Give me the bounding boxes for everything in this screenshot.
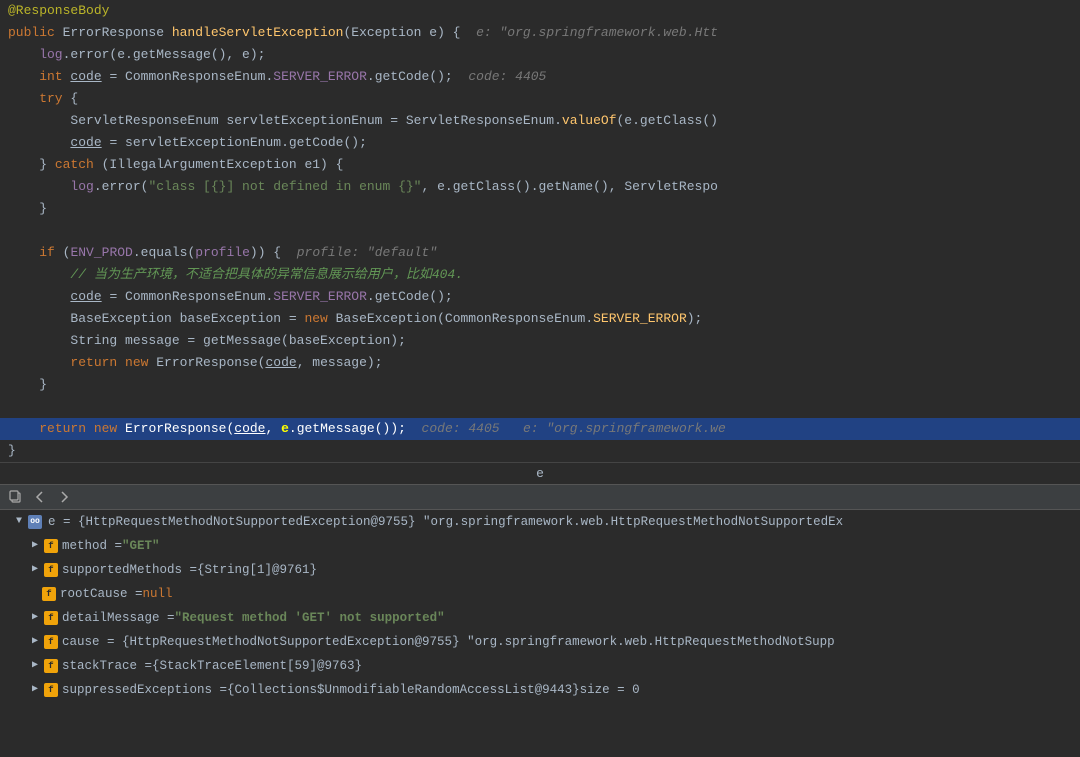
debug-field-suppressed[interactable]: ▶ f suppressedExceptions = {Collections$…: [0, 678, 1080, 702]
expand-method-arrow[interactable]: ▶: [28, 539, 42, 553]
code-line-9: log.error("class [{}] not defined in enu…: [0, 176, 1080, 198]
debug-panel: ▼ oo e = {HttpRequestMethodNotSupportedE…: [0, 510, 1080, 702]
code-line-empty1: [0, 220, 1080, 242]
code-line-12: if (ENV_PROD.equals(profile)) { profile:…: [0, 242, 1080, 264]
expand-suppressed-arrow[interactable]: ▶: [28, 683, 42, 697]
code-line-17: return new ErrorResponse(code, message);: [0, 352, 1080, 374]
code-line-empty2: [0, 396, 1080, 418]
debug-field-cause[interactable]: ▶ f cause = {HttpRequestMethodNotSupport…: [0, 630, 1080, 654]
keyword-int: int: [8, 67, 70, 87]
debug-field-method[interactable]: ▶ f method = "GET": [0, 534, 1080, 558]
code-line-16: String message = getMessage(baseExceptio…: [0, 330, 1080, 352]
code-line-1: @ResponseBody: [0, 0, 1080, 22]
keyword-try: try: [8, 89, 70, 109]
debug-field-detailmessage[interactable]: ▶ f detailMessage = "Request method 'GET…: [0, 606, 1080, 630]
e-value-label: e: [0, 464, 1080, 483]
code-line-10: }: [0, 198, 1080, 220]
code-line-8: } catch (IllegalArgumentException e1) {: [0, 154, 1080, 176]
hint-code: code: 4405: [453, 67, 547, 87]
debug-field-supportedmethods[interactable]: ▶ f supportedMethods = {String[1]@9761}: [0, 558, 1080, 582]
field-icon-method: f: [44, 539, 58, 553]
code-editor: @ResponseBody public ErrorResponse handl…: [0, 0, 1080, 462]
field-icon-detail: f: [44, 611, 58, 625]
log-call: log: [8, 45, 63, 65]
code-line-14: code = CommonResponseEnum.SERVER_ERROR.g…: [0, 286, 1080, 308]
hint-return: code: 4405 e: "org.springframework.we: [406, 419, 726, 439]
code-line-close: }: [0, 440, 1080, 462]
code-line-13: // 当为生产环境，不适合把具体的异常信息展示给用户，比如404.: [0, 264, 1080, 286]
ide-window: @ResponseBody public ErrorResponse handl…: [0, 0, 1080, 702]
back-icon[interactable]: [32, 489, 48, 505]
code-line-18: }: [0, 374, 1080, 396]
debug-field-stacktrace[interactable]: ▶ f stackTrace = {StackTraceElement[59]@…: [0, 654, 1080, 678]
forward-icon[interactable]: [56, 489, 72, 505]
field-icon-supported: f: [44, 563, 58, 577]
code-line-5: try {: [0, 88, 1080, 110]
copy-icon[interactable]: [8, 489, 24, 505]
code-line-6: ServletResponseEnum servletExceptionEnum…: [0, 110, 1080, 132]
field-icon-rootcause: f: [42, 587, 56, 601]
highlighted-return-line: return new ErrorResponse(code, e.getMess…: [0, 418, 1080, 440]
hint-e: e: "org.springframework.web.Htt: [461, 23, 718, 43]
keyword-public: public: [8, 23, 63, 43]
hint-profile: profile: "default": [281, 243, 437, 263]
expand-e-arrow[interactable]: ▼: [12, 515, 26, 529]
code-line-7: code = servletExceptionEnum.getCode();: [0, 132, 1080, 154]
field-icon-suppressed: f: [44, 683, 58, 697]
expand-stack-arrow[interactable]: ▶: [28, 659, 42, 673]
code-var: code: [70, 67, 101, 87]
field-icon-cause: f: [44, 635, 58, 649]
debug-field-rootcause: f rootCause = null: [0, 582, 1080, 606]
debugger-toolbar: [0, 485, 1080, 510]
code-line-15: BaseException baseException = new BaseEx…: [0, 308, 1080, 330]
expand-detail-arrow[interactable]: ▶: [28, 611, 42, 625]
class-icon: oo: [28, 515, 42, 529]
expand-cause-arrow[interactable]: ▶: [28, 635, 42, 649]
code-line-3: log.error(e.getMessage(), e);: [0, 44, 1080, 66]
code-line-4: int code = CommonResponseEnum.SERVER_ERR…: [0, 66, 1080, 88]
code-line-2: public ErrorResponse handleServletExcept…: [0, 22, 1080, 44]
annotation-tag: @ResponseBody: [8, 1, 109, 21]
debug-root-row[interactable]: ▼ oo e = {HttpRequestMethodNotSupportedE…: [0, 510, 1080, 534]
method-handle: handleServletException: [172, 23, 344, 43]
field-icon-stack: f: [44, 659, 58, 673]
expand-supported-arrow[interactable]: ▶: [28, 563, 42, 577]
